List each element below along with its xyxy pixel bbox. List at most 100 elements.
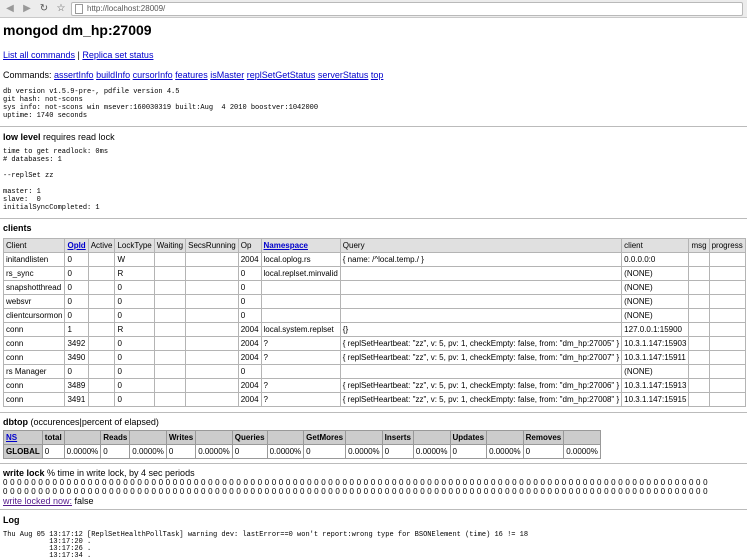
table-cell: 2004 [237,350,262,365]
command-link-ismaster[interactable]: isMaster [210,70,244,80]
table-cell [339,280,623,295]
table-cell [153,378,187,393]
page-content: mongod dm_hp:27009 List all commands | R… [0,22,747,560]
dbtop-col [195,430,233,445]
command-link-serverstatus[interactable]: serverStatus [318,70,369,80]
dbtop-cell: 0 [381,444,414,459]
address-bar[interactable]: http://localhost:28009/ [71,1,743,16]
table-cell: 0 [237,308,262,323]
table-row: snapshotthread 0 0 0 (NONE) [2,280,746,295]
bookmark-star-icon[interactable]: ☆ [54,2,68,16]
table-row: conn 3489 0 2004?{ replSetHeartbeat: "zz", … [2,378,746,393]
table-cell [185,308,239,323]
table-row: initandlisten 0 W 2004 local.oplog.rs{ name:… [2,252,746,267]
table-cell [87,322,116,337]
table-cell: 10.3.1.147:15903 [621,336,690,351]
table-cell: 0.0.0.0:0 [621,252,690,267]
table-cell: 0 [114,378,155,393]
dbtop-cell: 0.0000% [563,444,601,459]
back-arrow-icon[interactable]: ◀ [3,2,17,16]
dbtop-cell: 0.0000% [266,444,305,459]
table-cell [688,378,710,393]
clients-col-msg: msg [688,238,710,253]
table-cell [688,294,710,309]
replica-set-status-link[interactable]: Replica set status [82,50,153,60]
clients-title: clients [3,223,32,233]
command-link-assertinfo[interactable]: assertInfo [54,70,94,80]
table-cell: 0 [114,350,155,365]
table-cell [185,378,239,393]
table-cell: 0 [237,294,262,309]
table-cell [688,350,710,365]
table-cell: ? [260,392,341,407]
table-cell: 0 [114,308,155,323]
table-cell [260,308,341,323]
table-cell [87,350,116,365]
commands-line: Commands: assertInfo buildInfo cursorInf… [3,70,747,80]
table-row: rs_sync 0 R 0 local.replset.minvalid (NONE) [2,266,746,281]
table-cell: 0 [114,336,155,351]
command-link-replsetgetstatus[interactable]: replSetGetStatus [247,70,316,80]
page-icon [75,3,83,14]
table-cell: (NONE) [621,364,690,379]
command-link-buildinfo[interactable]: buildInfo [96,70,130,80]
dbtop-col[interactable]: NS [3,430,43,445]
write-locked-now-link[interactable]: write locked now: [3,496,72,506]
table-cell: 2004 [237,252,262,267]
list-all-commands-link[interactable]: List all commands [3,50,75,60]
write-locked-now: write locked now: false [3,496,747,506]
table-cell [153,336,187,351]
table-cell [185,350,239,365]
clients-col-locktype: LockType [114,238,155,253]
clients-col-waiting: Waiting [153,238,187,253]
table-cell [688,364,710,379]
table-cell [708,392,746,407]
clients-col-namespace[interactable]: Namespace [260,238,341,253]
table-row: conn 3491 0 2004?{ replSetHeartbeat: "zz", … [2,392,746,407]
table-cell [153,308,187,323]
clients-col-opid[interactable]: OpId [64,238,89,253]
table-cell [153,322,187,337]
table-row: conn 3492 0 2004?{ replSetHeartbeat: "zz", … [2,336,746,351]
dbtop-cell: 0 [231,444,268,459]
table-cell [185,252,239,267]
divider [0,412,747,413]
table-cell: ? [260,350,341,365]
table-cell [153,294,187,309]
command-link-features[interactable]: features [175,70,208,80]
table-cell: 0 [114,364,155,379]
browser-toolbar: ◀ ▶ ↻ ☆ http://localhost:28009/ [0,0,747,18]
table-cell: W [114,252,155,267]
dbtop-col [486,430,524,445]
table-cell: { name: /^local.temp./ } [339,252,623,267]
dbtop-table: NS total Reads Writes Queries GetMores Inserts… [3,430,601,459]
table-cell: conn [2,392,66,407]
divider [0,509,747,510]
table-cell: {} [339,322,623,337]
table-cell: 0 [64,280,89,295]
table-cell: 0 [237,364,262,379]
command-link-top[interactable]: top [371,70,384,80]
dbtop-col: Removes [522,430,565,445]
low-level-info: time to get readlock: 0ms # databases: 1… [3,148,109,212]
dbtop-cell: 0.0000% [345,444,383,459]
table-cell [185,392,239,407]
table-cell: 10.3.1.147:15915 [621,392,690,407]
table-cell [260,294,341,309]
divider [0,126,747,127]
forward-arrow-icon[interactable]: ▶ [20,2,34,16]
table-cell [185,266,239,281]
dbtop-col: Updates [449,430,488,445]
dbtop-col: Inserts [381,430,414,445]
address-url[interactable]: http://localhost:28009/ [87,4,165,13]
reload-icon[interactable]: ↻ [37,2,51,16]
table-cell [260,280,341,295]
table-cell [708,336,746,351]
dbtop-col: GetMores [303,430,347,445]
table-cell: 2004 [237,378,262,393]
top-links: List all commands | Replica set status [3,50,747,60]
command-link-cursorinfo[interactable]: cursorInfo [133,70,173,80]
table-cell [339,364,623,379]
write-lock-heading: write lock % time in write lock, by 4 se… [3,468,747,478]
table-cell: 0 [64,308,89,323]
